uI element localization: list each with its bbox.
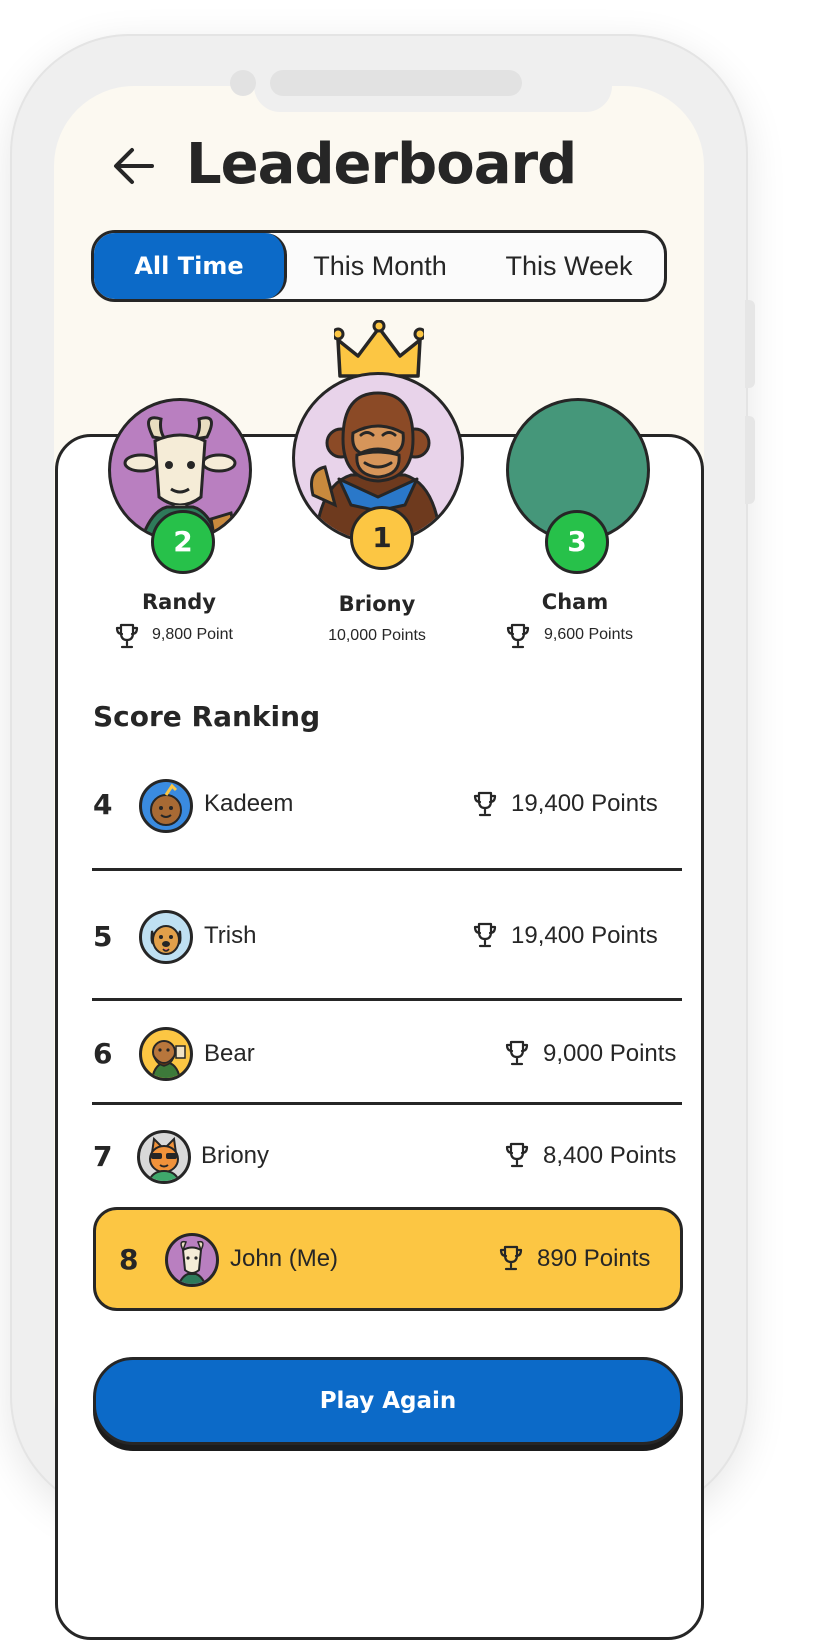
tab-this-month[interactable]: This Month — [286, 233, 474, 299]
page-title: Leaderboard — [186, 132, 577, 197]
play-again-button[interactable]: Play Again — [93, 1357, 683, 1445]
row-name: Kadeem — [204, 790, 294, 817]
podium-name-1: Briony — [338, 592, 416, 616]
podium-points-2: 9,800 Point — [152, 626, 233, 643]
time-filter-tabs: All Time This Month This Week — [91, 230, 667, 302]
goat-avatar-icon — [165, 1233, 219, 1287]
row-divider — [92, 1102, 682, 1105]
dog-avatar-icon[interactable] — [139, 910, 193, 964]
bear-avatar-icon[interactable] — [139, 1027, 193, 1081]
rank-badge-3: 3 — [545, 510, 609, 574]
podium-points-3: 9,600 Points — [544, 626, 633, 643]
current-user-rank: 8 — [119, 1243, 139, 1276]
volume-button — [745, 300, 755, 388]
current-user-name: John (Me) — [230, 1245, 339, 1272]
podium-points-1: 10,000 Points — [328, 627, 426, 644]
row-points: 8,400 Points — [543, 1142, 677, 1169]
trophy-icon — [473, 922, 497, 948]
row-rank: 4 — [93, 788, 113, 821]
row-name: Bear — [204, 1040, 255, 1067]
row-points: 19,400 Points — [511, 790, 658, 817]
speaker-slot — [270, 70, 522, 96]
trophy-icon — [505, 1142, 529, 1168]
cat-avatar-icon[interactable] — [137, 1130, 191, 1184]
row-rank: 7 — [93, 1140, 113, 1173]
coconut-avatar-icon[interactable] — [139, 779, 193, 833]
row-name: Trish — [204, 922, 257, 949]
trophy-icon — [506, 623, 530, 649]
trophy-icon — [505, 1040, 529, 1066]
back-arrow-icon[interactable] — [112, 144, 156, 188]
podium-name-2: Randy — [141, 590, 216, 614]
podium-name-3: Cham — [541, 590, 609, 614]
tab-this-week[interactable]: This Week — [474, 233, 664, 299]
rank-badge-1: 1 — [350, 506, 414, 570]
row-rank: 5 — [93, 920, 113, 953]
row-rank: 6 — [93, 1037, 113, 1070]
trophy-icon — [499, 1245, 523, 1271]
row-name: Briony — [201, 1142, 270, 1169]
trophy-icon — [473, 791, 497, 817]
tab-all-time[interactable]: All Time — [94, 233, 287, 299]
score-ranking-title: Score Ranking — [93, 700, 321, 733]
row-points: 19,400 Points — [511, 922, 658, 949]
current-user-points: 890 Points — [537, 1245, 651, 1272]
power-button — [745, 416, 755, 504]
rank-badge-2: 2 — [151, 510, 215, 574]
camera-dot — [230, 70, 256, 96]
row-points: 9,000 Points — [543, 1040, 677, 1067]
trophy-icon — [115, 623, 139, 649]
row-divider — [92, 868, 682, 871]
row-divider — [92, 998, 682, 1001]
